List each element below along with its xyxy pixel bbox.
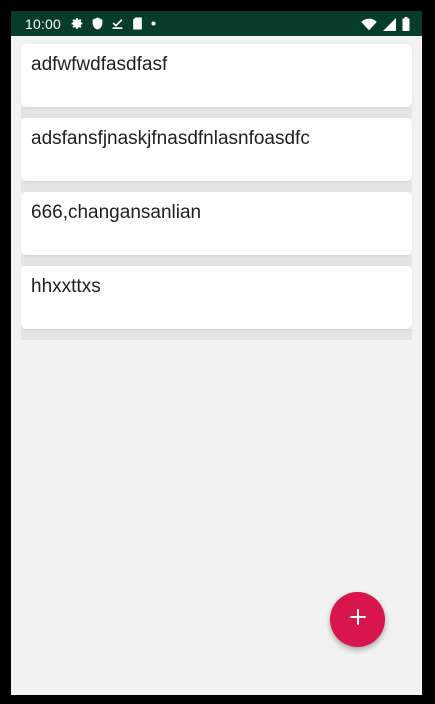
divider [21, 329, 412, 340]
note-list: adfwfwdfasdfasf adsfansfjnaskjfnasdfnlas… [21, 44, 412, 340]
shield-icon [92, 17, 103, 30]
signal-icon [383, 17, 396, 31]
item-title: adsfansfjnaskjfnasdfnlasnfoasdfc [31, 128, 310, 149]
plus-icon [349, 608, 367, 631]
divider [21, 107, 412, 118]
divider [21, 181, 412, 192]
item-title: hhxxttxs [31, 276, 101, 297]
app-screen: 10:00 adfwfwdfasdfasf adsfansfjnaskjfnas… [11, 11, 422, 695]
gear-icon [71, 17, 84, 30]
download-done-icon [111, 17, 124, 30]
list-item[interactable]: adsfansfjnaskjfnasdfnlasnfoasdfc [21, 118, 412, 181]
add-button[interactable] [330, 592, 385, 647]
list-item[interactable]: hhxxttxs [21, 266, 412, 329]
status-right-icons [361, 17, 410, 31]
item-title: adfwfwdfasdfasf [31, 54, 168, 75]
item-title: 666,changansanlian [31, 202, 202, 223]
wifi-icon [361, 18, 377, 31]
divider [21, 255, 412, 266]
status-left-icons [71, 17, 156, 30]
dot-icon [151, 21, 156, 26]
battery-icon [402, 17, 410, 31]
status-bar: 10:00 [11, 11, 422, 36]
status-time: 10:00 [25, 16, 62, 32]
sd-card-icon [132, 17, 143, 30]
list-item[interactable]: adfwfwdfasdfasf [21, 44, 412, 107]
list-item[interactable]: 666,changansanlian [21, 192, 412, 255]
